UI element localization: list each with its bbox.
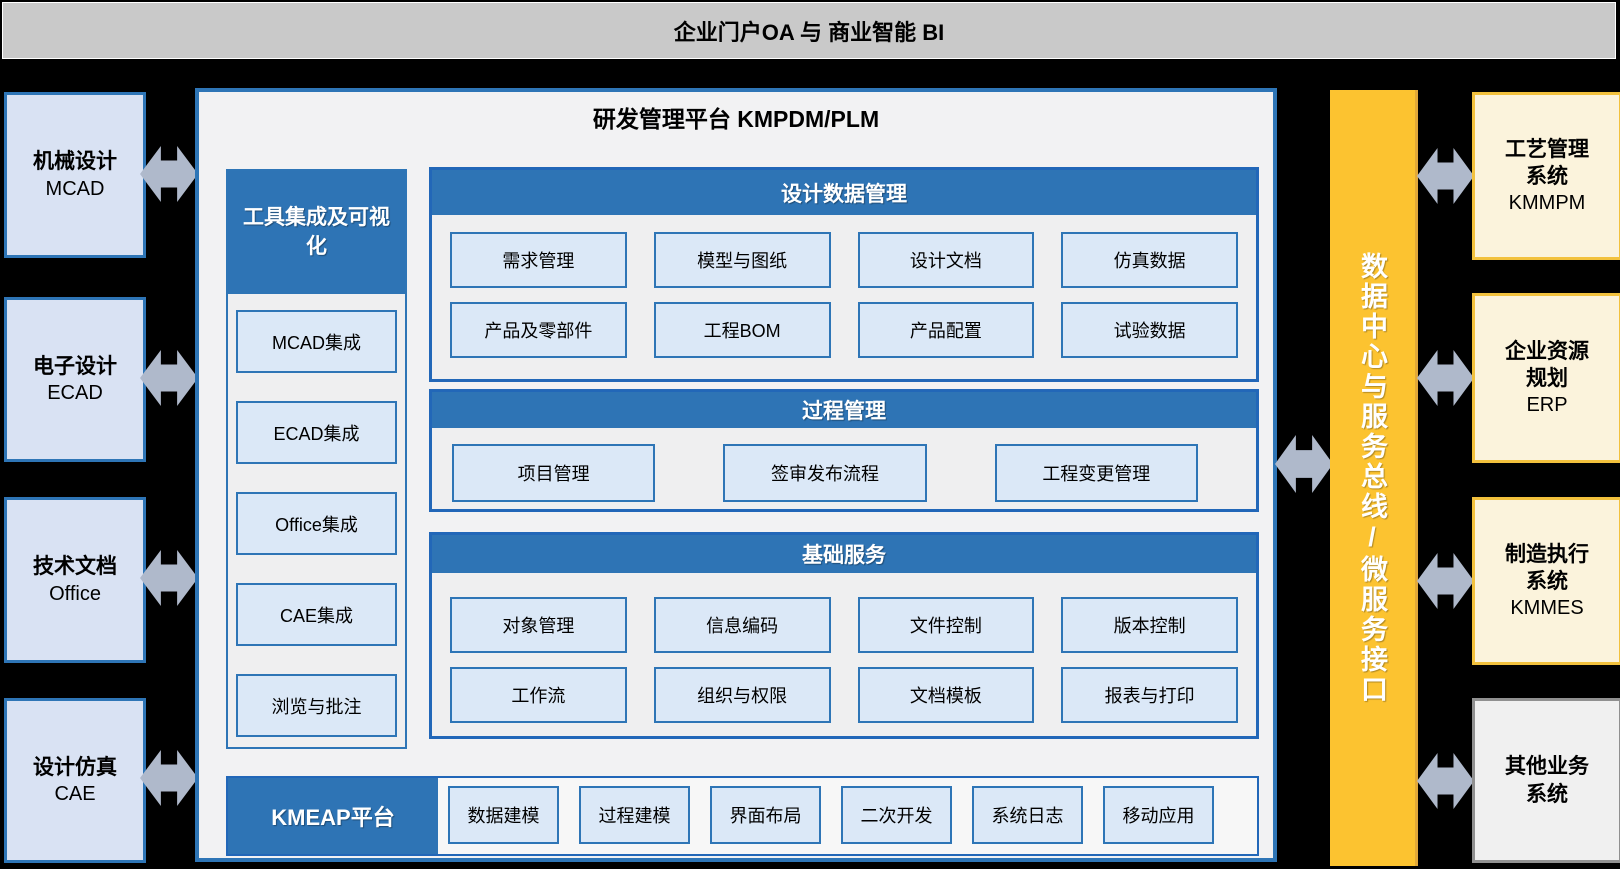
function-item: 报表与打印 (1061, 667, 1238, 723)
system-name: 制造执行系统 (1499, 541, 1595, 596)
left-system-cae: 设计仿真 CAE (4, 698, 146, 863)
section-basic-services: 基础服务 对象管理 信息编码 文件控制 版本控制 工作流 组织与权限 文档模板 … (429, 532, 1259, 739)
platform-title: 研发管理平台 KMPDM/PLM (199, 100, 1273, 134)
tool-item: 浏览与批注 (236, 674, 397, 737)
function-item: 信息编码 (654, 597, 831, 653)
left-right-arrow-icon (1275, 435, 1333, 493)
section-title: 设计数据管理 (432, 170, 1256, 215)
function-item: 仿真数据 (1061, 232, 1238, 288)
function-item: 版本控制 (1061, 597, 1238, 653)
section-items: 对象管理 信息编码 文件控制 版本控制 工作流 组织与权限 文档模板 报表与打印 (432, 573, 1256, 723)
tool-panel-title: 工具集成及可视化 (228, 171, 405, 294)
left-right-arrow-icon (140, 350, 198, 406)
tool-item: Office集成 (236, 492, 397, 555)
left-system-mcad: 机械设计 MCAD (4, 92, 146, 258)
system-name: 机械设计 (33, 148, 117, 175)
right-system-erp: 企业资源规划 ERP (1472, 293, 1620, 463)
function-item: 文档模板 (858, 667, 1035, 723)
function-item: 试验数据 (1061, 302, 1238, 358)
plm-platform-panel: 研发管理平台 KMPDM/PLM 工具集成及可视化 MCAD集成 ECAD集成 … (195, 88, 1277, 862)
function-item: 需求管理 (450, 232, 627, 288)
system-code: KMMPM (1509, 190, 1586, 216)
function-item: 文件控制 (858, 597, 1035, 653)
service-bus-bar: 数据中心与服务总线/微服务接口 (1330, 90, 1418, 866)
function-item: 设计文档 (858, 232, 1035, 288)
function-item: 工程变更管理 (995, 444, 1198, 502)
system-code: Office (49, 581, 101, 607)
right-system-other: 其他业务系统 (1472, 698, 1620, 863)
system-code: CAE (54, 781, 95, 807)
kmeap-item: 二次开发 (841, 786, 952, 844)
kmeap-item: 过程建模 (579, 786, 690, 844)
function-item: 产品配置 (858, 302, 1035, 358)
kmeap-item: 系统日志 (972, 786, 1083, 844)
function-item: 工作流 (450, 667, 627, 723)
section-process-management: 过程管理 项目管理 签审发布流程 工程变更管理 (429, 389, 1259, 512)
kmeap-item: 数据建模 (448, 786, 559, 844)
section-title: 过程管理 (432, 392, 1256, 428)
kmeap-title: KMEAP平台 (228, 778, 438, 854)
function-item: 组织与权限 (654, 667, 831, 723)
tool-item: MCAD集成 (236, 310, 397, 373)
function-item: 工程BOM (654, 302, 831, 358)
left-right-arrow-icon (1417, 753, 1474, 809)
function-item: 模型与图纸 (654, 232, 831, 288)
function-item: 对象管理 (450, 597, 627, 653)
system-code: ERP (1526, 392, 1567, 418)
section-design-data-management: 设计数据管理 需求管理 模型与图纸 设计文档 仿真数据 产品及零部件 工程BOM… (429, 167, 1259, 382)
left-right-arrow-icon (140, 550, 198, 606)
kmeap-platform-bar: KMEAP平台 数据建模 过程建模 界面布局 二次开发 系统日志 移动应用 (226, 776, 1259, 856)
left-right-arrow-icon (1417, 553, 1474, 609)
tool-item: CAE集成 (236, 583, 397, 646)
plm-architecture-diagram: 企业门户OA 与 商业智能 BI 机械设计 MCAD 电子设计 ECAD 技术文… (0, 0, 1620, 869)
kmeap-item: 移动应用 (1103, 786, 1214, 844)
system-name: 企业资源规划 (1499, 338, 1595, 393)
section-items: 需求管理 模型与图纸 设计文档 仿真数据 产品及零部件 工程BOM 产品配置 试… (432, 215, 1256, 358)
top-banner: 企业门户OA 与 商业智能 BI (2, 2, 1616, 59)
system-name: 其他业务系统 (1499, 753, 1595, 808)
left-right-arrow-icon (1417, 350, 1474, 406)
kmeap-items: 数据建模 过程建模 界面布局 二次开发 系统日志 移动应用 (438, 778, 1214, 854)
right-system-kmmes: 制造执行系统 KMMES (1472, 497, 1620, 665)
system-name: 技术文档 (33, 553, 117, 580)
left-right-arrow-icon (140, 750, 198, 806)
section-title: 基础服务 (432, 535, 1256, 573)
tool-integration-panel: 工具集成及可视化 MCAD集成 ECAD集成 Office集成 CAE集成 浏览… (226, 169, 407, 749)
section-items: 项目管理 签审发布流程 工程变更管理 (432, 428, 1256, 502)
function-item: 项目管理 (452, 444, 655, 502)
banner-title: 企业门户OA 与 商业智能 BI (674, 15, 945, 47)
service-bus-title: 数据中心与服务总线/微服务接口 (1353, 252, 1392, 705)
system-name: 电子设计 (33, 353, 117, 380)
function-item: 产品及零部件 (450, 302, 627, 358)
kmeap-item: 界面布局 (710, 786, 821, 844)
system-code: MCAD (46, 176, 105, 202)
system-code: ECAD (47, 380, 103, 406)
left-right-arrow-icon (140, 146, 198, 202)
system-name: 工艺管理系统 (1499, 136, 1595, 191)
right-system-kmmpm: 工艺管理系统 KMMPM (1472, 92, 1620, 260)
tool-item: ECAD集成 (236, 401, 397, 464)
tool-panel-items: MCAD集成 ECAD集成 Office集成 CAE集成 浏览与批注 (228, 294, 405, 737)
function-item: 签审发布流程 (723, 444, 926, 502)
system-name: 设计仿真 (33, 754, 117, 781)
left-system-office: 技术文档 Office (4, 497, 146, 663)
left-system-ecad: 电子设计 ECAD (4, 297, 146, 462)
system-code: KMMES (1510, 595, 1583, 621)
left-right-arrow-icon (1417, 148, 1474, 204)
